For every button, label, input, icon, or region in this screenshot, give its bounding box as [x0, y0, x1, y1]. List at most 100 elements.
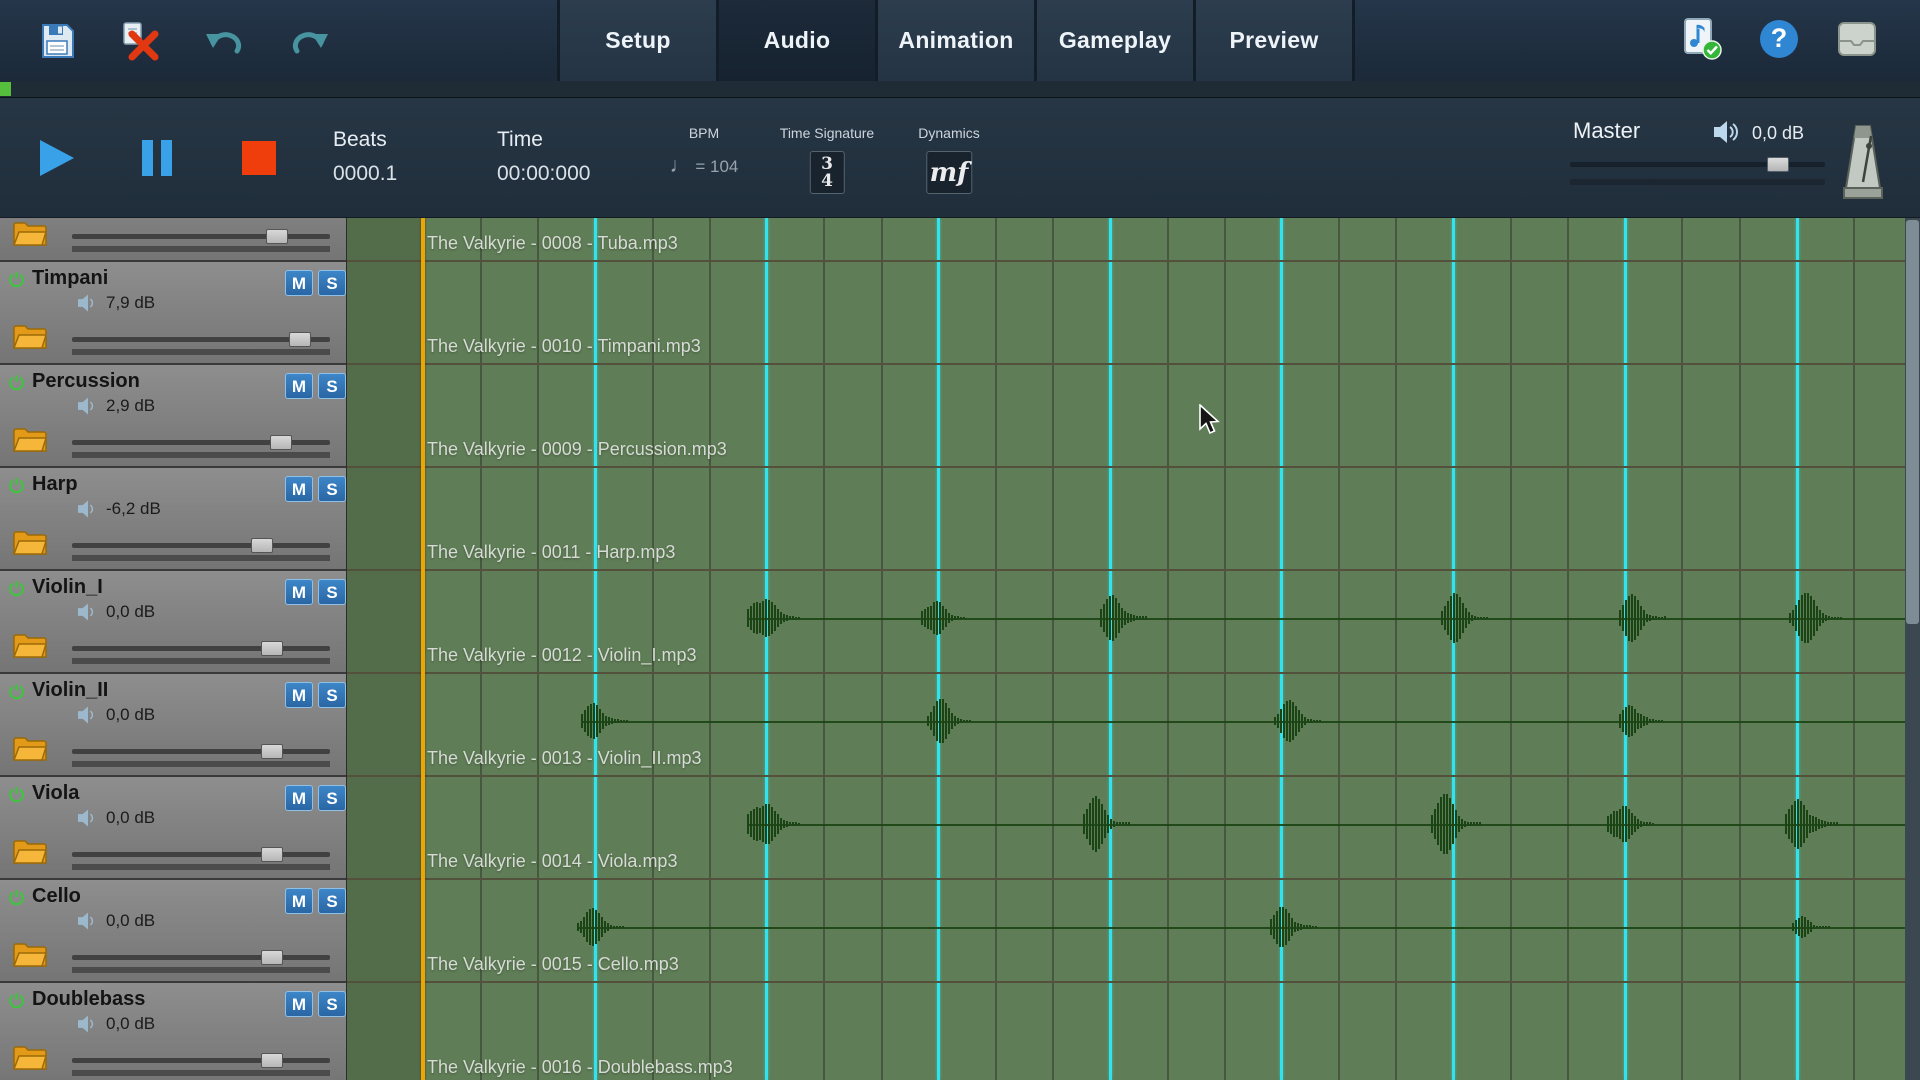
volume-slider-handle[interactable]: [261, 950, 283, 965]
tab-audio[interactable]: Audio: [716, 0, 875, 81]
timeline-lane[interactable]: The Valkyrie - 0014 - Viola.mp3: [347, 777, 1920, 880]
volume-slider-rail[interactable]: [72, 234, 330, 239]
tab-preview[interactable]: Preview: [1193, 0, 1355, 81]
open-file-button[interactable]: [12, 220, 48, 252]
volume-slider-rail[interactable]: [72, 1058, 330, 1063]
track-power-toggle[interactable]: [8, 477, 25, 499]
master-volume-toggle[interactable]: [1712, 119, 1742, 150]
timeline-lane[interactable]: The Valkyrie - 0016 - Doublebass.mp3: [347, 983, 1920, 1080]
volume-slider-rail[interactable]: [72, 749, 330, 754]
open-file-button[interactable]: [12, 426, 48, 458]
open-file-button[interactable]: [12, 632, 48, 664]
volume-slider-handle[interactable]: [261, 744, 283, 759]
timeline-lane[interactable]: The Valkyrie - 0010 - Timpani.mp3: [347, 262, 1920, 365]
volume-slider-handle[interactable]: [261, 641, 283, 656]
open-file-button[interactable]: [12, 735, 48, 767]
volume-slider-groove[interactable]: [72, 1070, 330, 1076]
volume-slider-groove[interactable]: [72, 761, 330, 767]
timeline-lane[interactable]: The Valkyrie - 0011 - Harp.mp3: [347, 468, 1920, 571]
waveform-clip[interactable]: [1792, 915, 1832, 939]
open-file-button[interactable]: [12, 529, 48, 561]
volume-slider-groove[interactable]: [72, 246, 330, 252]
open-file-button[interactable]: [12, 323, 48, 355]
waveform-clip[interactable]: [1083, 794, 1133, 854]
master-volume-handle[interactable]: [1767, 157, 1789, 172]
solo-button[interactable]: S: [318, 476, 346, 502]
volume-slider-rail[interactable]: [72, 955, 330, 960]
play-button[interactable]: [38, 138, 76, 183]
mute-button[interactable]: M: [285, 579, 313, 605]
volume-slider-groove[interactable]: [72, 349, 330, 355]
waveform-clip[interactable]: [1619, 699, 1664, 743]
open-file-button[interactable]: [12, 838, 48, 870]
waveform-clip[interactable]: [1789, 590, 1844, 646]
volume-slider-rail[interactable]: [72, 543, 330, 548]
timeline-lane[interactable]: The Valkyrie - 0012 - Violin_I.mp3: [347, 571, 1920, 674]
mute-button[interactable]: M: [285, 991, 313, 1017]
master-secondary-rail[interactable]: [1570, 179, 1825, 185]
archive-box-button[interactable]: [1834, 16, 1880, 62]
export-audio-button[interactable]: [1678, 16, 1724, 62]
timeline-lane[interactable]: The Valkyrie - 0008 - Tuba.mp3: [347, 218, 1920, 262]
timeline-lane[interactable]: The Valkyrie - 0013 - Violin_II.mp3: [347, 674, 1920, 777]
open-file-button[interactable]: [12, 1044, 48, 1076]
waveform-clip[interactable]: [1785, 794, 1840, 854]
timeline[interactable]: The Valkyrie - 0008 - Tuba.mp3 The Valky…: [347, 218, 1920, 1080]
delete-button[interactable]: [118, 18, 164, 64]
track-power-toggle[interactable]: [8, 992, 25, 1014]
waveform-clip[interactable]: [1619, 592, 1667, 644]
volume-slider-groove[interactable]: [72, 967, 330, 973]
volume-slider-handle[interactable]: [270, 435, 292, 450]
mute-button[interactable]: M: [285, 270, 313, 296]
waveform-clip[interactable]: [1100, 590, 1148, 646]
volume-slider-groove[interactable]: [72, 864, 330, 870]
volume-slider-handle[interactable]: [289, 332, 311, 347]
pause-button[interactable]: [140, 138, 174, 183]
redo-button[interactable]: [286, 18, 332, 64]
scrollbar-thumb[interactable]: [1906, 220, 1919, 624]
vertical-scrollbar[interactable]: [1905, 218, 1920, 1080]
help-button[interactable]: ?: [1756, 16, 1802, 62]
waveform-clip[interactable]: [747, 588, 802, 648]
waveform-clip[interactable]: [1431, 792, 1483, 856]
waveform-clip[interactable]: [1274, 697, 1322, 745]
open-file-button[interactable]: [12, 941, 48, 973]
track-power-toggle[interactable]: [8, 889, 25, 911]
waveform-clip[interactable]: [747, 792, 802, 856]
waveform-clip[interactable]: [581, 699, 631, 743]
waveform-clip[interactable]: [1441, 592, 1491, 644]
solo-button[interactable]: S: [318, 785, 346, 811]
tab-gameplay[interactable]: Gameplay: [1034, 0, 1193, 81]
track-power-toggle[interactable]: [8, 580, 25, 602]
timeline-lane[interactable]: The Valkyrie - 0015 - Cello.mp3: [347, 880, 1920, 983]
waveform-clip[interactable]: [577, 905, 627, 949]
save-button[interactable]: [34, 18, 80, 64]
volume-slider-groove[interactable]: [72, 452, 330, 458]
waveform-clip[interactable]: [1270, 903, 1318, 951]
waveform-clip[interactable]: [1607, 796, 1655, 852]
track-power-toggle[interactable]: [8, 374, 25, 396]
mute-button[interactable]: M: [285, 682, 313, 708]
waveform-clip[interactable]: [921, 592, 966, 644]
volume-slider-rail[interactable]: [72, 852, 330, 857]
dynamics-button[interactable]: mf: [926, 151, 972, 194]
metronome-toggle[interactable]: [1838, 122, 1888, 207]
track-power-toggle[interactable]: [8, 683, 25, 705]
tab-setup[interactable]: Setup: [557, 0, 716, 81]
track-power-toggle[interactable]: [8, 786, 25, 808]
solo-button[interactable]: S: [318, 579, 346, 605]
mute-button[interactable]: M: [285, 373, 313, 399]
undo-button[interactable]: [202, 18, 248, 64]
solo-button[interactable]: S: [318, 373, 346, 399]
mute-button[interactable]: M: [285, 888, 313, 914]
playhead[interactable]: [421, 218, 425, 1080]
solo-button[interactable]: S: [318, 991, 346, 1017]
volume-slider-groove[interactable]: [72, 658, 330, 664]
track-power-toggle[interactable]: [8, 271, 25, 293]
stop-button[interactable]: [240, 139, 278, 182]
solo-button[interactable]: S: [318, 682, 346, 708]
time-signature-button[interactable]: 3 4: [809, 151, 844, 194]
solo-button[interactable]: S: [318, 888, 346, 914]
solo-button[interactable]: S: [318, 270, 346, 296]
mute-button[interactable]: M: [285, 476, 313, 502]
